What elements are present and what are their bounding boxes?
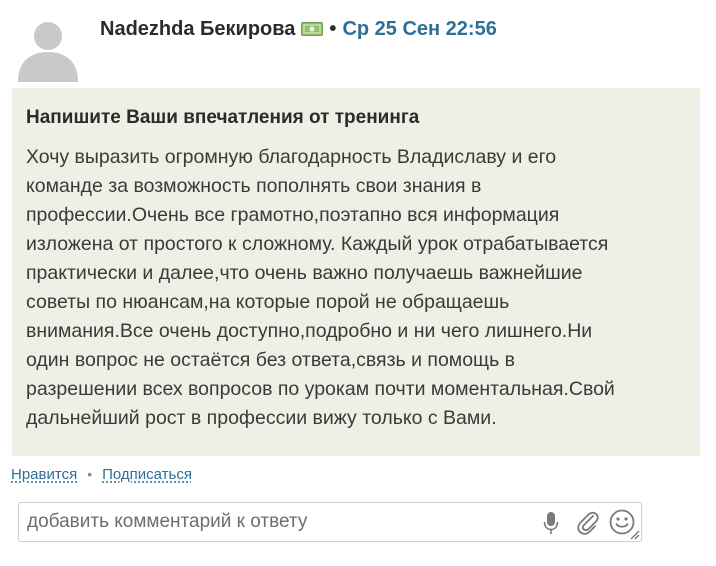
resize-handle-icon[interactable]	[630, 530, 640, 540]
money-icon	[301, 22, 324, 36]
answer-line: советы по нюансам,на которые порой не об…	[26, 291, 510, 313]
subscribe-link[interactable]: Подписаться	[102, 466, 192, 483]
answer-line: практически и далее,что очень важно полу…	[26, 262, 583, 284]
answer-line: дальнейший рост в профессии вижу только …	[26, 407, 497, 429]
answer-line: профессии.Очень все грамотно,поэтапно вс…	[26, 204, 560, 226]
default-avatar-icon	[18, 22, 78, 82]
answer-line: Хочу выразить огромную благодарность Вла…	[26, 146, 557, 168]
answer-line: изложена от простого к сложному. Каждый …	[26, 233, 609, 255]
comment-box	[18, 502, 642, 542]
paperclip-icon[interactable]	[575, 510, 601, 536]
answer-line: один вопрос не остаётся без ответа,связь…	[26, 349, 516, 371]
answer-line: внимания.Все очень доступно,подробно и н…	[26, 320, 593, 342]
question-title: Напишите Ваши впечатления от тренинга	[26, 107, 420, 128]
avatar[interactable]	[14, 14, 82, 82]
microphone-icon[interactable]	[543, 511, 559, 535]
post-date[interactable]: Ср 25 Сен 22:56	[342, 18, 496, 41]
answer-line: разрешении всех вопросов по урокам почти…	[26, 378, 615, 400]
post-actions: Нравится • Подписаться	[11, 464, 192, 484]
comment-post: Nadezhda Бекирова • Ср 25 Сен 22:56 Напи…	[0, 0, 716, 566]
post-header: Nadezhda Бекирова • Ср 25 Сен 22:56	[100, 15, 497, 43]
comment-input[interactable]	[19, 503, 539, 541]
author-name[interactable]: Nadezhda Бекирова	[100, 18, 295, 41]
actions-separator: •	[87, 466, 93, 482]
answer-text: Хочу выразить огромную благодарность Вла…	[26, 143, 686, 433]
header-separator: •	[329, 17, 337, 40]
answer-card: Напишите Ваши впечатления от тренинга Хо…	[12, 88, 700, 456]
like-link[interactable]: Нравится	[11, 466, 77, 483]
answer-line: команде за возможность пополнять свои зн…	[26, 175, 482, 197]
